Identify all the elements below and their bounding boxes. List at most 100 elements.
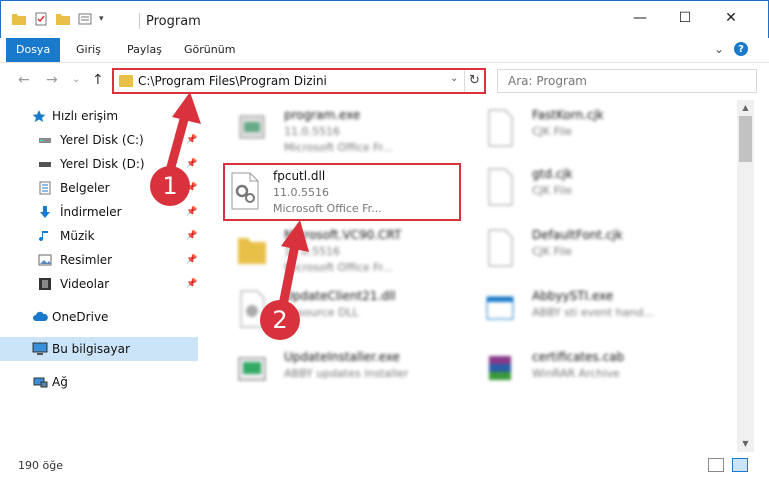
sidebar-item-label: İndirmeler — [60, 205, 122, 219]
file-description: Microsoft Office Fr... — [273, 202, 382, 215]
star-icon — [32, 110, 46, 122]
sidebar-item-this-pc[interactable]: Bu bilgisayar — [0, 337, 198, 361]
details-view-icon[interactable] — [708, 458, 724, 472]
refresh-button[interactable]: ↻ — [464, 70, 484, 92]
sidebar-item-local-disk-c[interactable]: Yerel Disk (C:) 📌 — [0, 128, 198, 152]
close-button[interactable]: ✕ — [716, 7, 746, 29]
file-name: UpdateInstaller.exe — [284, 350, 400, 364]
file-description: Microsoft Office Fr... — [284, 261, 393, 274]
music-icon — [39, 231, 48, 242]
sidebar-item-quick-access[interactable]: Hızlı erişim — [0, 104, 198, 128]
pin-icon[interactable]: 📌 — [186, 231, 197, 241]
window-title: Program — [146, 14, 201, 29]
file-type: WinRAR Archive — [532, 367, 620, 380]
item-count: 190 öğe — [18, 459, 63, 472]
forward-button[interactable]: → — [46, 72, 58, 88]
ribbon-tabs: Dosya Giriş Paylaş Görünüm ⌄ — [0, 38, 769, 62]
scroll-thumb[interactable] — [739, 116, 752, 162]
tab-gorunum[interactable]: Görünüm — [174, 38, 245, 62]
file-item[interactable]: program.exe 11.0.5516 Microsoft Office F… — [222, 102, 462, 160]
recent-locations-button[interactable]: ⌄ — [72, 74, 80, 85]
file-version: 11.0.5516 — [273, 186, 329, 199]
status-bar: 190 öğe — [0, 452, 769, 493]
sidebar-item-label: Hızlı erişim — [52, 109, 119, 123]
tab-paylas[interactable]: Paylaş — [117, 38, 172, 62]
sidebar-item-pictures[interactable]: Resimler 📌 — [0, 248, 198, 272]
large-icons-view-icon[interactable] — [732, 458, 748, 472]
tab-giris[interactable]: Giriş — [66, 38, 111, 62]
navigation-pane: Hızlı erişim Yerel Disk (C:) 📌 Yerel Dis… — [0, 100, 205, 452]
sidebar-item-label: Yerel Disk (D:) — [60, 157, 145, 171]
sidebar-item-label: Resimler — [60, 253, 113, 267]
video-icon — [39, 278, 51, 290]
tab-dosya[interactable]: Dosya — [6, 38, 61, 62]
blank-file-icon — [488, 168, 513, 206]
title-separator — [139, 13, 140, 29]
file-description: Microsoft Office Fr... — [284, 141, 393, 154]
up-button[interactable]: ↑ — [92, 72, 104, 88]
new-folder-icon[interactable] — [55, 11, 71, 27]
pin-icon[interactable]: 📌 — [186, 255, 197, 265]
folder-icon[interactable] — [11, 11, 27, 27]
address-bar[interactable]: C:\Program Files\Program Dizini ⌄ ↻ — [112, 68, 486, 94]
properties-icon[interactable] — [33, 11, 49, 27]
folder-icon — [238, 238, 266, 264]
blank-file-icon — [488, 109, 513, 147]
maximize-button[interactable]: ☐ — [670, 7, 700, 29]
sidebar-item-label: OneDrive — [52, 310, 109, 324]
file-type: ABBY sti event hand... — [532, 306, 654, 319]
file-item[interactable]: certificates.cab WinRAR Archive — [470, 344, 710, 402]
documents-icon — [39, 181, 51, 195]
download-icon — [40, 206, 50, 218]
file-name: gtd.cjk — [532, 167, 573, 181]
address-dropdown-button[interactable]: ⌄ — [450, 73, 458, 84]
exe-icon — [239, 115, 265, 139]
step-1-badge: 1 — [150, 166, 190, 206]
search-input[interactable]: Ara: Program — [497, 69, 757, 93]
file-item[interactable]: UpdateClient21.dll Resource DLL — [222, 283, 462, 341]
cloud-icon — [33, 311, 48, 321]
file-name: program.exe — [284, 108, 361, 122]
vertical-scrollbar[interactable]: ▲ ▼ — [737, 100, 754, 452]
file-item[interactable]: AbbyySTI.exe ABBY sti event hand... — [470, 283, 710, 341]
pin-icon[interactable]: 📌 — [186, 279, 197, 289]
folder-icon — [119, 75, 133, 87]
ribbon-expand-icon[interactable]: ⌄ — [714, 42, 724, 56]
sidebar-item-videos[interactable]: Videolar 📌 — [0, 272, 198, 296]
step-2-badge: 2 — [260, 300, 300, 340]
file-item[interactable]: DefaultFont.cjk CJK File — [470, 222, 710, 280]
scroll-down-button[interactable]: ▼ — [737, 436, 754, 452]
sidebar-item-music[interactable]: Müzik 📌 — [0, 224, 198, 248]
scroll-up-button[interactable]: ▲ — [737, 100, 754, 116]
file-item[interactable]: Microsoft.VC90.CRT 11.0.5516 Microsoft O… — [222, 222, 462, 280]
file-item[interactable]: gtd.cjk CJK File — [470, 161, 710, 219]
sidebar-item-onedrive[interactable]: OneDrive — [0, 305, 198, 329]
sidebar-item-label: Yerel Disk (C:) — [60, 133, 144, 147]
sidebar-item-network[interactable]: Ağ — [0, 370, 198, 394]
address-row: ← → ⌄ ↑ C:\Program Files\Program Dizini … — [0, 62, 769, 98]
file-item[interactable]: UpdateInstaller.exe ABBY updates install… — [222, 344, 462, 402]
pin-icon[interactable]: 📌 — [186, 159, 197, 169]
file-type: CJK File — [532, 125, 573, 138]
app-icon — [486, 296, 514, 320]
customize-icon[interactable] — [77, 11, 93, 27]
file-name: AbbyySTI.exe — [532, 289, 614, 303]
file-item-fpcutl[interactable]: fpcutl.dll 11.0.5516 Microsoft Office Fr… — [225, 165, 465, 223]
pin-icon[interactable]: 📌 — [186, 135, 197, 145]
file-type: ABBY updates installer — [284, 367, 409, 380]
file-name: DefaultFont.cjk — [532, 228, 623, 242]
file-name: fpcutl.dll — [273, 169, 326, 183]
sidebar-item-label: Bu bilgisayar — [52, 342, 130, 356]
back-button[interactable]: ← — [18, 72, 30, 88]
qat-dropdown-icon[interactable]: ▾ — [99, 14, 104, 24]
file-name: certificates.cab — [532, 350, 625, 364]
pin-icon[interactable]: 📌 — [186, 207, 197, 217]
blank-file-icon — [488, 229, 513, 267]
file-item[interactable]: FastKorn.cjk CJK File — [470, 102, 710, 160]
minimize-button[interactable]: — — [625, 7, 655, 29]
highlighted-file-item[interactable]: fpcutl.dll 11.0.5516 Microsoft Office Fr… — [223, 163, 461, 221]
quick-access-toolbar: ▾ — [11, 11, 104, 27]
file-type: CJK File — [532, 245, 573, 258]
help-icon[interactable]: ? — [734, 42, 748, 56]
installer-icon — [238, 357, 266, 381]
